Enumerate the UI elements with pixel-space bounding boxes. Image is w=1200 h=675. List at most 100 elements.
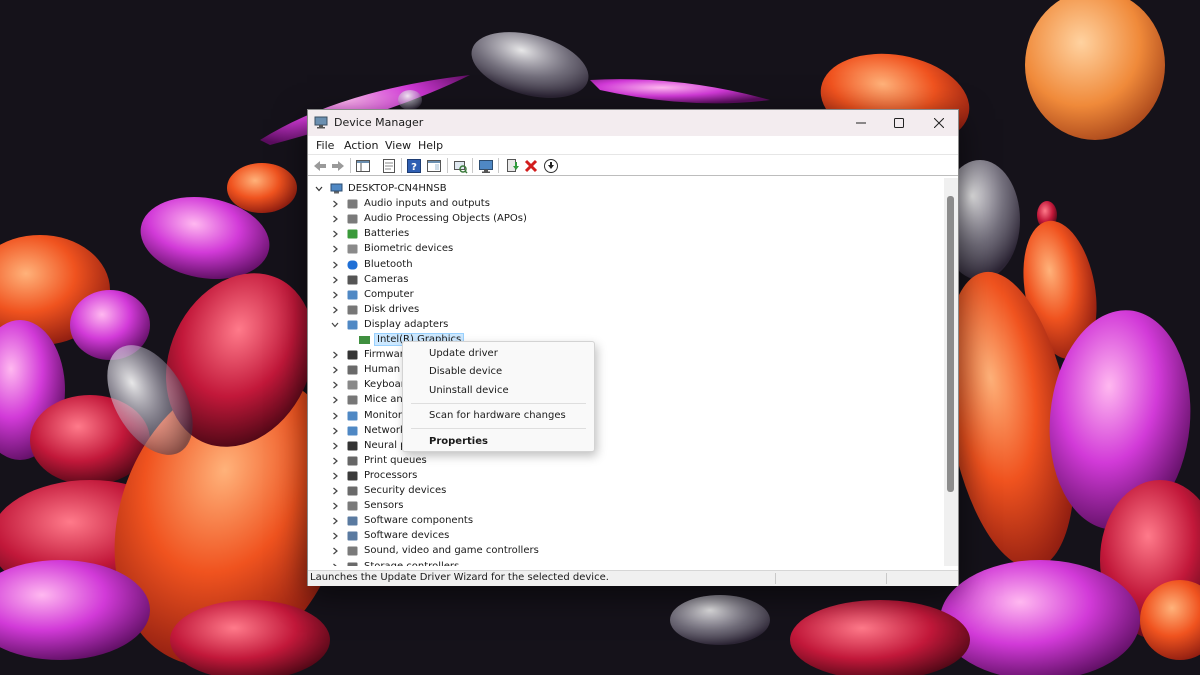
status-text: Launches the Update Driver Wizard for th…	[310, 572, 609, 583]
fingerprint-icon	[347, 244, 358, 254]
tree-category-label: Monitor	[364, 409, 403, 421]
security-icon	[347, 486, 358, 496]
tree-category-label: Audio inputs and outputs	[364, 198, 490, 210]
menu-uninstall-device[interactable]: Uninstall device	[429, 385, 509, 396]
chevron-down-icon[interactable]	[330, 320, 340, 330]
title-bar[interactable]: Device Manager	[308, 110, 958, 136]
tree-category-label: Batteries	[364, 228, 410, 240]
chevron-right-icon[interactable]	[330, 380, 340, 390]
menu-scan-hardware[interactable]: Scan for hardware changes	[429, 410, 566, 421]
speaker-icon	[347, 546, 358, 556]
display-icon	[347, 320, 358, 330]
mouse-icon	[347, 395, 358, 405]
forward-arrow-icon[interactable]	[330, 158, 346, 174]
help-icon[interactable]: ?	[406, 158, 422, 174]
enable-device-icon[interactable]	[543, 158, 559, 174]
menu-update-driver[interactable]: Update driver	[429, 348, 498, 359]
chevron-right-icon[interactable]	[330, 365, 340, 375]
battery-icon	[347, 229, 358, 239]
monitor-icon	[347, 411, 358, 420]
camera-icon	[347, 275, 358, 285]
tree-category-label: Biometric devices	[364, 243, 454, 255]
menu-view[interactable]: View	[385, 139, 411, 152]
display-adapter-icon	[359, 336, 370, 344]
show-hide-console-tree-icon[interactable]	[355, 158, 371, 174]
tree-category-label: Display adapters	[364, 318, 449, 330]
uninstall-device-icon[interactable]	[523, 158, 539, 174]
chevron-right-icon[interactable]	[330, 395, 340, 405]
chevron-down-icon[interactable]	[314, 184, 324, 194]
scan-hardware-icon[interactable]	[452, 158, 468, 174]
tree-category-label: Software devices	[364, 530, 450, 542]
minimize-button[interactable]	[842, 110, 880, 136]
back-arrow-icon[interactable]	[312, 158, 328, 174]
tree-category-label: Print queues	[364, 454, 427, 466]
component-icon	[347, 531, 358, 541]
window-title: Device Manager	[334, 116, 424, 129]
menu-bar: File Action View Help	[308, 136, 958, 154]
tree-category-label: Network	[364, 424, 406, 436]
close-button[interactable]	[920, 110, 958, 136]
network-icon	[347, 426, 358, 436]
chevron-right-icon[interactable]	[330, 471, 340, 481]
menu-file[interactable]: File	[316, 139, 334, 152]
chevron-right-icon[interactable]	[330, 531, 340, 541]
chevron-right-icon[interactable]	[330, 426, 340, 436]
chevron-right-icon[interactable]	[330, 229, 340, 239]
processor-icon	[347, 471, 358, 481]
tree-category-label: Sensors	[364, 500, 404, 512]
tree-category-label: Audio Processing Objects (APOs)	[364, 213, 527, 225]
chevron-right-icon[interactable]	[330, 199, 340, 209]
chevron-right-icon[interactable]	[330, 546, 340, 556]
menu-properties[interactable]: Properties	[429, 436, 488, 447]
chevron-right-icon[interactable]	[330, 441, 340, 451]
speaker-icon	[347, 199, 358, 209]
menu-help[interactable]: Help	[418, 139, 443, 152]
chip-icon	[347, 350, 358, 360]
chevron-right-icon[interactable]	[330, 562, 340, 567]
chevron-right-icon[interactable]	[330, 350, 340, 360]
update-driver-icon[interactable]	[504, 158, 520, 174]
chevron-right-icon[interactable]	[330, 411, 340, 421]
chip-icon	[347, 441, 358, 451]
menu-action[interactable]: Action	[344, 139, 378, 152]
action-pane-icon[interactable]	[426, 158, 442, 174]
chevron-right-icon[interactable]	[330, 214, 340, 224]
properties-sheet-icon[interactable]	[381, 158, 397, 174]
tree-category-label: Processors	[364, 469, 418, 481]
chevron-right-icon[interactable]	[330, 486, 340, 496]
menu-disable-device[interactable]: Disable device	[429, 366, 502, 377]
chevron-right-icon[interactable]	[330, 275, 340, 285]
maximize-button[interactable]	[880, 110, 918, 136]
chevron-right-icon[interactable]	[330, 244, 340, 254]
hid-icon	[347, 365, 358, 375]
tree-category-label: Keyboar	[364, 379, 405, 391]
chevron-right-icon[interactable]	[330, 260, 340, 270]
scrollbar-thumb[interactable]	[947, 196, 954, 492]
tree-category-label: Neural p	[364, 439, 407, 451]
vertical-scrollbar[interactable]	[944, 178, 958, 566]
bluetooth-icon	[347, 260, 358, 269]
chevron-right-icon[interactable]	[330, 290, 340, 300]
tree-category-label: Human I	[364, 364, 407, 376]
tree-category-label: Disk drives	[364, 303, 420, 315]
monitor-icon[interactable]	[478, 158, 494, 174]
chevron-right-icon[interactable]	[330, 456, 340, 466]
tree-category-label: Storage controllers	[364, 560, 460, 567]
tree-category-label: Sound, video and game controllers	[364, 545, 539, 557]
toolbar: ?	[308, 154, 958, 176]
speaker-icon	[347, 214, 358, 224]
component-icon	[347, 516, 358, 526]
context-menu: Update driver Disable device Uninstall d…	[402, 341, 595, 452]
computer-icon	[330, 183, 343, 194]
tree-category-label: Bluetooth	[364, 258, 413, 270]
minimize-icon	[856, 122, 866, 124]
chevron-right-icon[interactable]	[330, 516, 340, 526]
chevron-right-icon[interactable]	[330, 305, 340, 315]
tree-category-label: Computer	[364, 288, 414, 300]
tree-category-label: Security devices	[364, 485, 447, 496]
chevron-right-icon[interactable]	[330, 501, 340, 511]
close-icon	[934, 118, 944, 128]
maximize-icon	[894, 118, 904, 128]
computer-icon	[347, 290, 358, 300]
